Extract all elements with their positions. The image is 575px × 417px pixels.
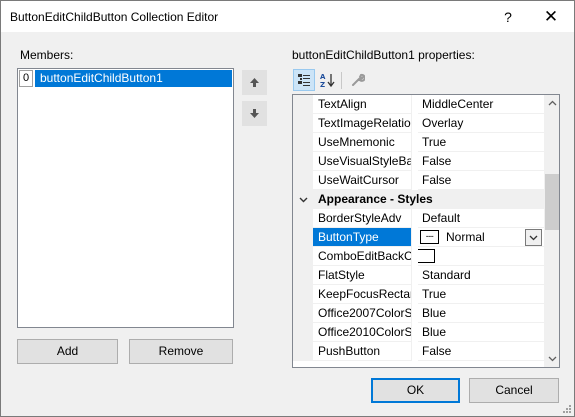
list-item[interactable]: 0 buttonEditChildButton1 [19, 70, 232, 87]
property-row[interactable]: UseVisualStyleBack False [293, 152, 544, 171]
cancel-button[interactable]: Cancel [469, 378, 559, 403]
scroll-down-button[interactable] [544, 351, 559, 367]
dropdown-button[interactable] [525, 229, 542, 246]
property-grid[interactable]: TextAlign MiddleCenter TextImageRelation… [292, 94, 560, 368]
property-name: Office2010ColorScl [313, 323, 412, 342]
property-name: BorderStyleAdv [313, 209, 412, 228]
members-list[interactable]: 0 buttonEditChildButton1 [17, 68, 234, 328]
property-row[interactable]: TextAlign MiddleCenter [293, 95, 544, 114]
property-value[interactable]: False [418, 152, 544, 171]
color-swatch [418, 249, 435, 263]
chevron-up-icon [548, 100, 556, 106]
property-name: UseWaitCursor [313, 171, 412, 190]
categorized-button[interactable] [293, 69, 315, 91]
property-name: TextImageRelation [313, 114, 412, 133]
property-value[interactable] [418, 247, 544, 266]
arrow-down-icon [250, 109, 259, 118]
property-name: ComboEditBackCo [313, 247, 412, 266]
properties-label: buttonEditChildButton1 properties: [292, 48, 475, 62]
arrow-up-icon [250, 78, 259, 87]
property-name: ButtonType [313, 228, 412, 247]
alphabetical-button[interactable]: A Z [317, 69, 339, 91]
property-value-combo[interactable]: --- Normal [418, 228, 544, 247]
move-down-button[interactable] [242, 101, 267, 126]
property-value[interactable]: Blue [418, 323, 544, 342]
wrench-icon [352, 73, 365, 86]
property-grid-toolbar: A Z [293, 69, 559, 93]
property-value[interactable]: MiddleCenter [418, 95, 544, 114]
property-value[interactable]: Default [418, 209, 544, 228]
title-bar: ButtonEditChildButton Collection Editor … [1, 1, 574, 32]
property-name: UseMnemonic [313, 133, 412, 152]
members-label: Members: [20, 48, 74, 62]
property-value[interactable]: Blue [418, 304, 544, 323]
property-value[interactable]: True [418, 285, 544, 304]
property-value[interactable]: False [418, 342, 544, 361]
chevron-down-icon [548, 356, 556, 362]
property-row[interactable]: ComboEditBackCo [293, 247, 544, 266]
close-button[interactable]: ✕ [534, 1, 568, 32]
property-row[interactable]: PushButton False [293, 342, 544, 361]
category-appearance-styles[interactable]: Appearance - Styles [293, 190, 544, 209]
property-name: FlatStyle [313, 266, 412, 285]
collection-editor-dialog: ButtonEditChildButton Collection Editor … [0, 0, 575, 417]
add-button[interactable]: Add [17, 339, 118, 364]
property-name: PushButton [313, 342, 412, 361]
combo-value: Normal [446, 230, 485, 244]
move-up-button[interactable] [242, 70, 267, 95]
categorized-icon [298, 74, 310, 86]
chevron-down-icon [529, 235, 538, 240]
property-row[interactable]: TextImageRelation Overlay [293, 114, 544, 133]
property-value[interactable]: Overlay [418, 114, 544, 133]
property-name: Office2007ColorScl [313, 304, 412, 323]
chevron-down-icon[interactable] [299, 195, 308, 204]
button-type-swatch: --- [420, 230, 439, 244]
property-row[interactable]: Office2010ColorScl Blue [293, 323, 544, 342]
property-row[interactable]: UseWaitCursor False [293, 171, 544, 190]
help-button[interactable]: ? [491, 1, 525, 32]
property-name: UseVisualStyleBack [313, 152, 412, 171]
scrollbar-thumb[interactable] [545, 174, 559, 230]
remove-button[interactable]: Remove [129, 339, 233, 364]
property-row[interactable]: KeepFocusRectang True [293, 285, 544, 304]
alphabetical-icon: A Z [320, 73, 335, 88]
toolbar-separator [341, 72, 342, 89]
ok-button[interactable]: OK [371, 378, 460, 403]
property-row[interactable]: Office2007ColorScl Blue [293, 304, 544, 323]
member-index: 0 [19, 70, 33, 87]
resize-grip-icon[interactable] [562, 404, 572, 414]
svg-text:Z: Z [320, 81, 325, 88]
property-row[interactable]: BorderStyleAdv Default [293, 209, 544, 228]
property-value[interactable]: False [418, 171, 544, 190]
svg-text:A: A [320, 73, 326, 81]
member-name[interactable]: buttonEditChildButton1 [35, 70, 232, 87]
property-row-selected[interactable]: ButtonType --- Normal [293, 228, 544, 247]
property-row[interactable]: FlatStyle Standard [293, 266, 544, 285]
property-value[interactable]: True [418, 133, 544, 152]
category-label: Appearance - Styles [318, 192, 433, 206]
vertical-scrollbar[interactable] [544, 95, 559, 367]
property-value[interactable]: Standard [418, 266, 544, 285]
property-name: TextAlign [313, 95, 412, 114]
property-name: KeepFocusRectang [313, 285, 412, 304]
window-title: ButtonEditChildButton Collection Editor [10, 10, 219, 24]
property-pages-button[interactable] [347, 69, 369, 91]
scroll-up-button[interactable] [544, 95, 559, 111]
property-row[interactable]: UseMnemonic True [293, 133, 544, 152]
